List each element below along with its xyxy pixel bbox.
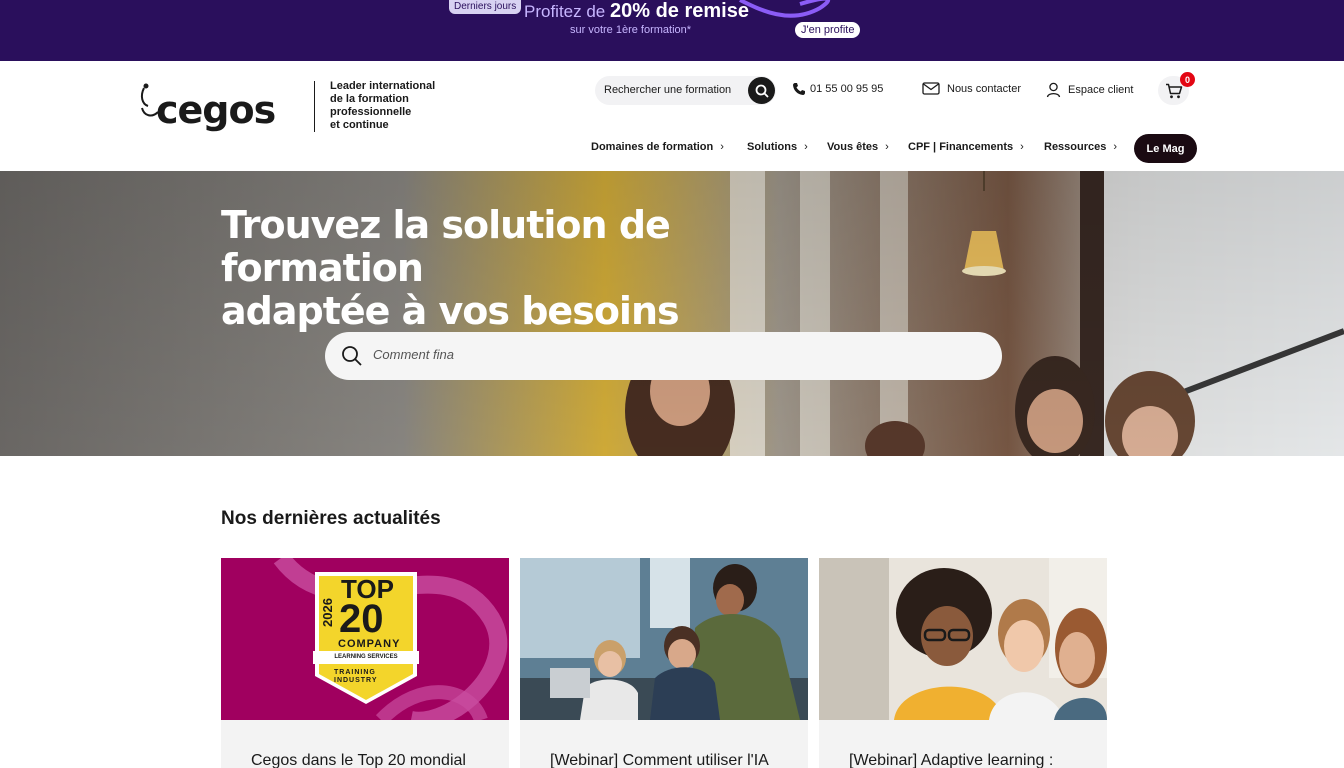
promo-cta-button[interactable]: J'en profite	[795, 22, 861, 38]
contact-link[interactable]: Nous contacter	[922, 82, 1021, 95]
chevron-right-icon: ›	[1113, 141, 1118, 153]
chevron-right-icon: ›	[720, 141, 724, 153]
user-icon	[1046, 82, 1061, 98]
news-card[interactable]: [Webinar] Comment utiliser l'IA	[520, 558, 808, 768]
hero-search-input[interactable]: Comment fina	[325, 332, 1002, 380]
badge-org: TRAINING INDUSTRY	[334, 669, 378, 684]
hero-title: Trouvez la solution de formation adaptée…	[221, 203, 680, 333]
badge-number: 20	[339, 597, 384, 641]
news-card-title: Cegos dans le Top 20 mondial	[251, 752, 466, 768]
nav-item-domaines[interactable]: Domaines de formation ›	[591, 141, 724, 153]
header-search-input[interactable]: Rechercher une formation	[595, 76, 776, 105]
news-card-title: [Webinar] Adaptive learning :	[849, 752, 1054, 768]
chevron-right-icon: ›	[885, 141, 889, 153]
phone-number: 01 55 00 95 95	[810, 83, 884, 95]
news-card-image: 2026 TOP 20 COMPANY LEARNING SERVICES TR…	[221, 558, 509, 720]
header-search-placeholder: Rechercher une formation	[604, 84, 732, 96]
news-card-image	[819, 558, 1107, 720]
badge-company: COMPANY	[338, 638, 401, 650]
news-section-title: Nos dernières actualités	[221, 508, 441, 529]
phone-icon	[793, 83, 805, 95]
news-card-image	[520, 558, 808, 720]
promo-headline: Profitez de 20% de remise	[524, 0, 749, 22]
account-label: Espace client	[1068, 84, 1134, 96]
phone-link[interactable]: 01 55 00 95 95	[792, 82, 883, 96]
news-card[interactable]: 2026 TOP 20 COMPANY LEARNING SERVICES TR…	[221, 558, 509, 768]
hero-search-value: Comment fina	[373, 347, 454, 362]
search-icon	[755, 84, 769, 98]
badge-service: LEARNING SERVICES	[334, 654, 398, 660]
nav-item-ressources[interactable]: Ressources ›	[1044, 141, 1117, 153]
contact-label: Nous contacter	[947, 82, 1021, 95]
nav-item-vous-etes[interactable]: Vous êtes ›	[827, 141, 889, 153]
mail-icon	[922, 82, 940, 95]
header-search-button[interactable]	[748, 77, 775, 104]
chevron-right-icon: ›	[1020, 141, 1024, 153]
search-icon	[342, 346, 362, 366]
site-header: cegos Leader international de la formati…	[0, 61, 1344, 171]
cart-count-badge: 0	[1180, 72, 1195, 87]
news-card-title: [Webinar] Comment utiliser l'IA	[550, 752, 769, 768]
hero-banner: Trouvez la solution de formation adaptée…	[0, 171, 1344, 456]
nav-item-cpf[interactable]: CPF | Financements ›	[908, 141, 1024, 153]
webinar-team-photo	[520, 558, 808, 720]
nav-item-solutions[interactable]: Solutions ›	[747, 141, 808, 153]
promo-subtext: sur votre 1ère formation*	[570, 24, 692, 36]
adaptive-learning-photo	[819, 558, 1107, 720]
le-mag-button[interactable]: Le Mag	[1134, 134, 1197, 163]
promo-tag: Derniers jours	[449, 0, 522, 14]
badge-year: 2026	[320, 598, 335, 628]
promo-banner[interactable]: Derniers jours Profitez de 20% de remise…	[0, 0, 1344, 61]
tagline: Leader international de la formation pro…	[330, 80, 436, 131]
account-link[interactable]: Espace client	[1046, 82, 1133, 98]
news-card[interactable]: [Webinar] Adaptive learning :	[819, 558, 1107, 768]
logo-text: cegos	[156, 88, 276, 132]
cart-icon	[1165, 83, 1182, 98]
chevron-right-icon: ›	[804, 141, 808, 153]
tagline-divider	[314, 81, 315, 132]
